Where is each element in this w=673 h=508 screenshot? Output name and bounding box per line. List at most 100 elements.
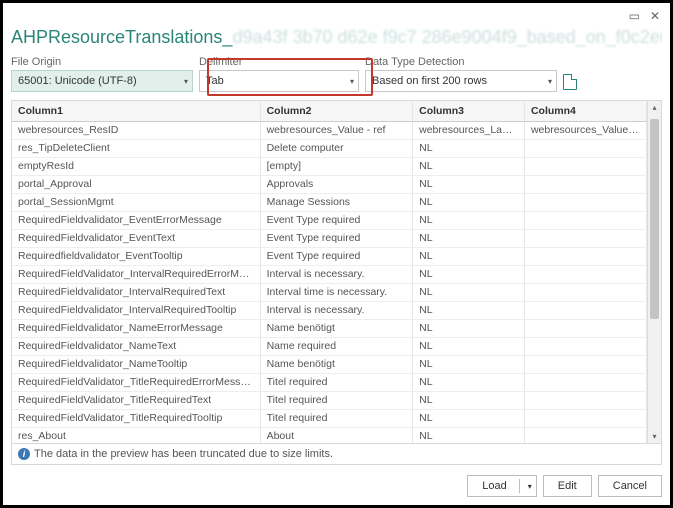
cancel-button[interactable]: Cancel [598,475,662,497]
column-header[interactable]: Column3 [413,101,525,121]
cell: RequiredFieldValidator_TitleRequiredErro… [12,373,260,391]
scroll-down-icon[interactable]: ▾ [648,432,661,441]
cell: Event Type required [260,211,413,229]
cell: NL [413,175,525,193]
maximize-icon[interactable]: ▭ [629,9,640,25]
cell: NL [413,409,525,427]
cell: [empty] [260,157,413,175]
cell: Delete computer [260,139,413,157]
table-row[interactable]: RequiredFieldValidator_TitleRequiredTool… [12,409,647,427]
cell: Name benötigt [260,355,413,373]
cell: NL [413,391,525,409]
table-row[interactable]: RequiredFieldvalidator_NameErrorMessage N… [12,319,647,337]
load-button[interactable]: Load ▾ [467,475,537,497]
table-row[interactable]: res_TipDeleteClientDelete computerNL [12,139,647,157]
cell: emptyResId [12,157,260,175]
table-row[interactable]: RequiredFieldvalidator_NameTooltipName b… [12,355,647,373]
cell: About [260,427,413,443]
cell: NL [413,139,525,157]
table-row[interactable]: Requiredfieldvalidator_EventTooltipEvent… [12,247,647,265]
chevron-down-icon[interactable]: ▾ [528,482,532,491]
close-icon[interactable]: ✕ [650,9,660,25]
cell: RequiredFieldvalidator_IntervalRequiredT… [12,283,260,301]
column-header[interactable]: Column2 [260,101,413,121]
cell [524,283,646,301]
cell: Requiredfieldvalidator_EventTooltip [12,247,260,265]
truncate-note: i The data in the preview has been trunc… [11,444,662,465]
chevron-down-icon: ▾ [548,77,552,86]
cell [524,427,646,443]
cell [524,139,646,157]
column-header[interactable]: Column4 [524,101,646,121]
table-row[interactable]: RequiredFieldvalidator_EventErrorMessage… [12,211,647,229]
cell: Interval time is necessary. [260,283,413,301]
cell: RequiredFieldValidator_TitleRequiredTool… [12,409,260,427]
file-origin-label: File Origin [11,56,193,68]
table-row[interactable]: RequiredFieldValidator_TitleRequiredErro… [12,373,647,391]
delimiter-select[interactable]: Tab ▾ [199,70,359,92]
cell [524,247,646,265]
table-row[interactable]: RequiredFieldvalidator_NameTextName requ… [12,337,647,355]
detection-select[interactable]: Based on first 200 rows ▾ [365,70,557,92]
cell: portal_SessionMgmt [12,193,260,211]
cell [524,211,646,229]
cell: NL [413,355,525,373]
cell: NL [413,247,525,265]
table-row[interactable]: RequiredFieldValidator_TitleRequiredText… [12,391,647,409]
cell: webresources_Language [413,121,525,139]
cell: RequiredFieldvalidator_NameText [12,337,260,355]
cell: RequiredFieldvalidator_EventText [12,229,260,247]
table-row[interactable]: portal_ApprovalApprovalsNL [12,175,647,193]
cell: NL [413,283,525,301]
table-row[interactable]: res_AboutAboutNL [12,427,647,443]
vertical-scrollbar[interactable]: ▴ ▾ [647,101,661,443]
cell [524,355,646,373]
cell: Manage Sessions [260,193,413,211]
cell: RequiredFieldvalidator_NameTooltip [12,355,260,373]
scroll-thumb[interactable] [650,119,659,319]
cell: NL [413,373,525,391]
cell: res_TipDeleteClient [12,139,260,157]
cell: Interval is necessary. [260,265,413,283]
cell [524,157,646,175]
page-title: AHPResourceTranslations_d9a43f 3b70 d62e… [11,27,662,48]
file-icon[interactable] [563,74,577,90]
cell: RequiredFieldvalidator_NameErrorMessage [12,319,260,337]
edit-button[interactable]: Edit [543,475,592,497]
cell: RequiredFieldValidator_IntervalRequiredE… [12,265,260,283]
cell: NL [413,265,525,283]
chevron-down-icon: ▾ [350,77,354,86]
cell: portal_Approval [12,175,260,193]
cell: Event Type required [260,247,413,265]
cell: NL [413,157,525,175]
cell [524,175,646,193]
delimiter-label: Delimiter [199,56,359,68]
cell: NL [413,211,525,229]
table-row[interactable]: RequiredFieldvalidator_IntervalRequiredT… [12,301,647,319]
chevron-down-icon: ▾ [184,77,188,86]
table-row[interactable]: webresources_ResIDwebresources_Value - r… [12,121,647,139]
cell: Interval is necessary. [260,301,413,319]
cell: res_About [12,427,260,443]
cell: RequiredFieldvalidator_EventErrorMessage [12,211,260,229]
table-row[interactable]: RequiredFieldvalidator_EventTextEvent Ty… [12,229,647,247]
cell: RequiredFieldValidator_TitleRequiredText [12,391,260,409]
cell [524,409,646,427]
cell: Event Type required [260,229,413,247]
cell: NL [413,193,525,211]
cell [524,319,646,337]
file-origin-select[interactable]: 65001: Unicode (UTF-8) ▾ [11,70,193,92]
table-row[interactable]: RequiredFieldvalidator_IntervalRequiredT… [12,283,647,301]
table-row[interactable]: portal_SessionMgmtManage SessionsNL [12,193,647,211]
cell: NL [413,427,525,443]
cell: webresources_Value - target [524,121,646,139]
column-header[interactable]: Column1 [12,101,260,121]
cell: NL [413,319,525,337]
delimiter-value: Tab [206,75,224,87]
scroll-up-icon[interactable]: ▴ [648,103,661,112]
table-row[interactable]: RequiredFieldValidator_IntervalRequiredE… [12,265,647,283]
detection-value: Based on first 200 rows [372,75,487,87]
table-row[interactable]: emptyResId[empty]NL [12,157,647,175]
cell [524,373,646,391]
cell: Titel required [260,373,413,391]
